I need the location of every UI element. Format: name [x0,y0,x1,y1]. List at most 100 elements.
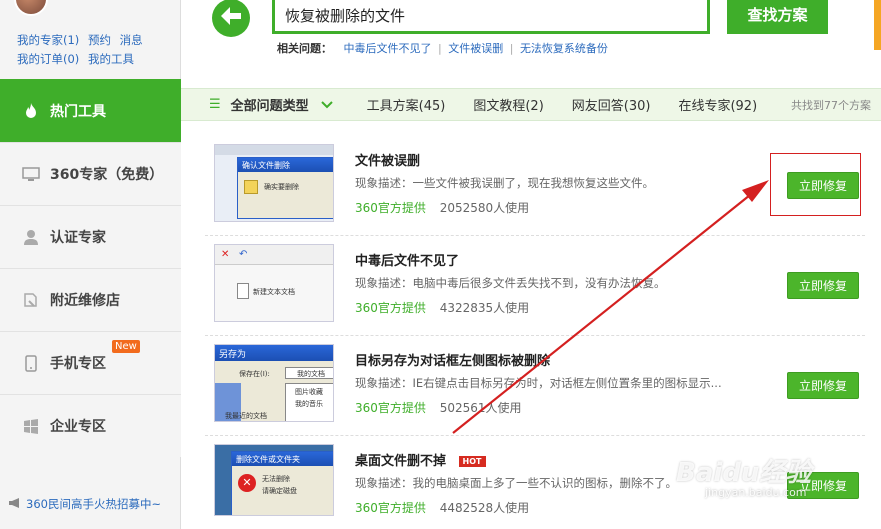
result-title-text: 桌面文件删不掉 [355,454,447,469]
separator: | [509,42,514,55]
separator: | [438,42,442,55]
chevron-down-icon [320,98,333,112]
megaphone-icon [8,497,22,512]
page: 我的专家(1) 预约 消息 我的订单(0) 我的工具 热门工具 360专家（免费… [0,0,881,529]
result-item: ✕ ↶ 新建文本文档 中毒后文件不见了 现象描述：电脑中毒后很多文件丢失找不到，… [205,236,865,336]
watermark-url: jingyan.baidu.com [705,486,807,499]
sidebar-item-label: 认证专家 [50,230,106,246]
provider: 360官方提供 [355,201,426,215]
result-description: 现象描述：电脑中毒后很多文件丢失找不到，没有办法恢复。 [355,276,666,290]
result-meta: 360官方提供 502561人使用 [355,399,522,416]
provider: 360官方提供 [355,501,426,515]
related-link[interactable]: 中毒后文件不见了 [344,42,432,55]
sidebar-item-nearby-repair[interactable]: 附近维修店 [0,268,181,331]
related-link[interactable]: 无法恢复系统备份 [520,42,608,55]
back-button[interactable] [212,0,250,37]
phone-icon [22,354,40,372]
wrench-icon [22,291,40,309]
related-link[interactable]: 文件被误删 [448,42,503,55]
tab-tool-solutions[interactable]: 工具方案(45) [367,95,446,114]
sidebar-item-label: 附近维修店 [50,293,120,309]
search-input[interactable]: 恢复被删除的文件 [272,0,710,34]
result-description: 现象描述：一些文件被我误删了，现在我想恢复这些文件。 [355,176,654,190]
dialog-text: 无法删除 [262,475,290,483]
my-orders-link[interactable]: 我的订单(0) [17,52,79,66]
sidebar-item-hot-tools[interactable]: 热门工具 [0,79,190,142]
fire-icon [22,102,40,120]
usage-count: 4322835人使用 [439,301,530,315]
all-types-dropdown[interactable]: ☰ 全部问题类型 [209,95,333,114]
provider: 360官方提供 [355,401,426,415]
result-thumbnail: 另存为 保存在(I): 我的文档 图片收藏 我的音乐 我最近的文档 [214,344,334,422]
thumb-label: 我的文档 [297,370,325,378]
thumb-label: 保存在(I): [239,370,270,378]
tab-user-answers[interactable]: 网友回答(30) [572,95,651,114]
avatar[interactable] [14,0,48,16]
thumb-label: 我最近的文档 [225,412,267,420]
my-experts-link[interactable]: 我的专家(1) [17,33,79,47]
my-tools-link[interactable]: 我的工具 [88,52,134,66]
related-questions: 相关问题： 中毒后文件不见了 | 文件被误删 | 无法恢复系统备份 [277,40,608,56]
person-icon [22,228,40,246]
result-count: 共找到77个方案 [791,98,871,112]
result-meta: 360官方提供 4482528人使用 [355,499,529,516]
result-description: 现象描述：IE右键点击目标另存为时，对话框左侧位置条里的图标显示... [355,376,722,390]
usage-count: 4482528人使用 [439,501,530,515]
hot-badge: HOT [458,456,486,467]
recruit-text: 360民间高手火热招募中~ [26,497,162,511]
result-thumbnail: 确认文件删除 确实要删除 [214,144,334,222]
result-title[interactable]: 文件被误删 [355,150,420,169]
sidebar-item-enterprise[interactable]: 企业专区 [0,394,181,457]
sidebar-item-label: 360专家（免费） [50,167,164,183]
thumb-label: 我的音乐 [295,400,323,408]
arrow-left-icon [220,6,242,30]
thumb-label: 图片收藏 [295,388,323,396]
result-item: 确认文件删除 确实要删除 文件被误删 现象描述：一些文件被我误删了，现在我想恢复… [205,136,865,236]
sidebar-item-label: 企业专区 [50,419,106,435]
sidebar-nav: 热门工具 360专家（免费） 认证专家 附近维修店 手机专区 New 企业专区 [0,79,190,457]
dialog-title: 确认文件删除 [238,158,333,172]
tab-online-experts[interactable]: 在线专家(92) [678,95,757,114]
monitor-icon [22,165,40,183]
sidebar-item-label: 热门工具 [50,103,106,120]
result-description: 现象描述：我的电脑桌面上多了一些不认识的图标，删除不了。 [355,476,677,490]
find-solution-button[interactable]: 查找方案 [727,0,828,34]
usage-count: 502561人使用 [439,401,522,415]
sidebar-item-label: 手机专区 [50,356,106,372]
dialog-title: 删除文件或文件夹 [232,452,333,466]
result-thumbnail: ✕ ↶ 新建文本文档 [214,244,334,322]
undo-icon: ↶ [239,249,248,260]
usage-count: 2052580人使用 [439,201,530,215]
tab-tutorials[interactable]: 图文教程(2) [473,95,543,114]
dialog-title: 另存为 [215,345,333,361]
result-thumbnail: 删除文件或文件夹 ✕ 无法删除 请确定磁盘 [214,444,334,516]
list-icon: ☰ [209,97,221,112]
dialog-text: 请确定磁盘 [262,487,297,495]
error-icon: ✕ [238,474,256,492]
result-meta: 360官方提供 4322835人使用 [355,299,529,316]
fix-now-button[interactable]: 立即修复 [787,372,859,399]
recruit-link[interactable]: 360民间高手火热招募中~ [8,496,161,512]
appointment-link[interactable]: 预约 [88,33,111,47]
result-title[interactable]: 目标另存为对话框左侧图标被删除 [355,350,550,369]
user-links: 我的专家(1) 预约 消息 我的订单(0) 我的工具 [17,31,148,69]
dialog-text: 确实要删除 [264,183,299,191]
sidebar-item-mobile[interactable]: 手机专区 New [0,331,181,394]
annotation-highlight-box [770,153,861,216]
fix-now-button[interactable]: 立即修复 [787,272,859,299]
x-icon: ✕ [221,249,230,260]
sidebar-item-certified-expert[interactable]: 认证专家 [0,205,181,268]
orange-edge [874,0,881,50]
sidebar: 我的专家(1) 预约 消息 我的订单(0) 我的工具 热门工具 360专家（免费… [0,0,190,529]
filter-bar: ☰ 全部问题类型 工具方案(45) 图文教程(2) 网友回答(30) 在线专家(… [181,88,881,121]
thumb-caption: 新建文本文档 [253,288,295,296]
messages-link[interactable]: 消息 [120,33,143,47]
result-title[interactable]: 中毒后文件不见了 [355,250,459,269]
result-meta: 360官方提供 2052580人使用 [355,199,529,216]
related-label: 相关问题： [277,42,332,55]
windows-icon [22,417,40,435]
all-types-label: 全部问题类型 [230,99,309,114]
result-title[interactable]: 桌面文件删不掉 HOT [355,450,486,469]
sidebar-item-360-expert[interactable]: 360专家（免费） [0,142,181,205]
new-badge: New [112,340,140,353]
